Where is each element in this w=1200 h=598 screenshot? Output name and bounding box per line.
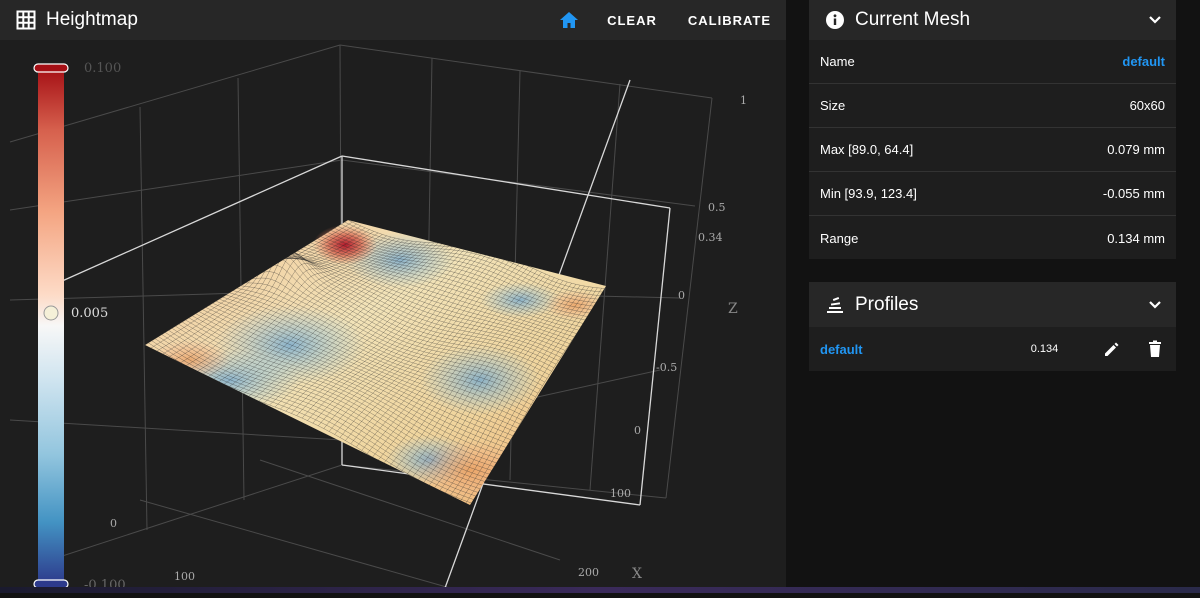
info-icon xyxy=(825,10,845,30)
mesh-row-range: Range 0.134 mm xyxy=(809,216,1176,260)
z-axis: 1 0.5 0.34 0 -0.5 Z xyxy=(656,94,747,374)
mesh-row-label: Min [93.9, 123.4] xyxy=(820,186,917,201)
mesh-row-value: 0.134 mm xyxy=(1107,230,1165,246)
profiles-header[interactable]: Profiles xyxy=(809,282,1176,327)
mesh-row-min: Min [93.9, 123.4] -0.055 mm xyxy=(809,172,1176,216)
mesh-row-label: Name xyxy=(820,54,855,69)
mesh-surface xyxy=(145,220,606,505)
calibrate-button[interactable]: CALIBRATE xyxy=(688,13,771,28)
window-bottom-edge xyxy=(0,587,1200,593)
colorscale-mid-label: 0.005 xyxy=(71,306,108,321)
mesh-row-value: 60x60 xyxy=(1129,98,1165,113)
z-tick-label: -0.5 xyxy=(656,361,677,374)
heightmap-title: Heightmap xyxy=(46,9,138,30)
mesh-row-max: Max [89.0, 64.4] 0.079 mm xyxy=(809,128,1176,172)
mesh-row-size: Size 60x60 xyxy=(809,84,1176,128)
colorscale-mid-handle[interactable] xyxy=(43,305,59,321)
delete-profile-button[interactable] xyxy=(1146,339,1165,359)
home-button[interactable] xyxy=(559,10,579,30)
y-tick-label: 100 xyxy=(174,570,195,583)
profile-row: default 0.134 xyxy=(809,327,1176,371)
x-tick-label: 100 xyxy=(610,487,631,500)
profiles-title: Profiles xyxy=(855,293,919,315)
z-tick-label: 0.5 xyxy=(708,201,726,214)
mesh-row-value: -0.055 mm xyxy=(1102,186,1165,201)
mesh-row-value: 0.079 mm xyxy=(1107,142,1165,157)
z-axis-label: Z xyxy=(728,301,738,317)
chevron-down-icon[interactable] xyxy=(1148,298,1162,312)
heightmap-chart[interactable]: 0.100 0.005 -0.100 1 0.5 0.34 0 -0.5 Z 0… xyxy=(0,40,786,593)
pencil-icon xyxy=(1105,342,1119,356)
heightmap-toolbar: Heightmap CLEAR CALIBRATE xyxy=(0,0,786,40)
z-tick-label: 0 xyxy=(678,289,685,302)
sidebar: Current Mesh Name default Size 60x60 Max… xyxy=(786,0,1200,593)
profile-name-link[interactable]: default xyxy=(820,342,1012,357)
y-tick-label: 0 xyxy=(110,517,117,530)
home-icon xyxy=(560,12,579,28)
z-tick-label: 1 xyxy=(740,94,747,107)
profiles-card: Profiles default 0.134 xyxy=(809,282,1176,371)
grid-icon xyxy=(16,10,36,30)
mesh-row-label: Size xyxy=(820,98,846,113)
x-tick-label: 200 xyxy=(578,566,599,579)
colorscale: 0.100 0.005 -0.100 xyxy=(33,61,126,593)
x-axis: 0 100 200 X xyxy=(578,424,642,582)
chevron-down-icon[interactable] xyxy=(1148,13,1162,27)
mesh-name-link[interactable]: default xyxy=(1122,54,1165,69)
heightmap-panel: Heightmap CLEAR CALIBRATE 0.100 0.005 -0… xyxy=(0,0,786,593)
mesh-row-name: Name default xyxy=(809,40,1176,84)
current-mesh-card: Current Mesh Name default Size 60x60 Max… xyxy=(809,0,1176,259)
x-axis-label: X xyxy=(632,566,642,582)
edit-profile-button[interactable] xyxy=(1103,339,1122,359)
layers-icon xyxy=(825,295,845,315)
colorscale-max-handle[interactable] xyxy=(33,63,69,73)
current-mesh-title: Current Mesh xyxy=(855,9,971,30)
current-mesh-header[interactable]: Current Mesh xyxy=(809,0,1176,40)
clear-button[interactable]: CLEAR xyxy=(607,13,657,28)
x-tick-label: 0 xyxy=(634,424,641,437)
profile-range-value: 0.134 xyxy=(1030,343,1059,355)
mesh-row-label: Range xyxy=(820,230,859,246)
colorscale-max-label: 0.100 xyxy=(84,61,121,76)
mesh-row-label: Max [89.0, 64.4] xyxy=(820,142,914,157)
z-tick-label: 0.34 xyxy=(698,231,723,244)
trash-icon xyxy=(1149,340,1162,357)
